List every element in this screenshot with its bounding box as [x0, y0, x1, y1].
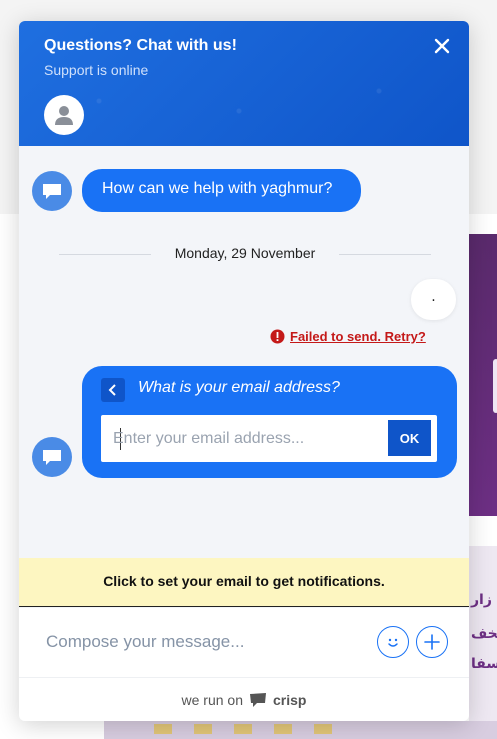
email-field-container: OK: [101, 415, 437, 462]
failed-retry-link[interactable]: Failed to send. Retry?: [270, 329, 426, 344]
powered-by-footer: we run on crisp: [19, 677, 469, 721]
email-question: What is your email address?: [138, 379, 340, 396]
background-banner-purple: [469, 234, 497, 516]
compose-area: [19, 608, 469, 677]
error-icon: [270, 329, 285, 344]
background-banner-light: زار تخف سفا: [469, 546, 497, 739]
crisp-logo-icon: [250, 692, 266, 707]
smiley-icon: [388, 638, 398, 647]
background-banner-lettering: تخف: [471, 626, 497, 642]
user-avatar-icon: [55, 106, 73, 125]
background-product-strip: [104, 721, 497, 739]
attach-button[interactable]: [416, 626, 448, 658]
background-product-dots: [154, 724, 334, 734]
crisp-brand-link[interactable]: crisp: [273, 692, 306, 708]
support-status: Support is online: [44, 62, 149, 78]
background-banner-lettering: سفا: [471, 656, 497, 672]
email-prompt-card: What is your email address? OK: [82, 366, 457, 478]
chat-bubble-icon: [43, 450, 61, 465]
plus-icon: [424, 634, 440, 650]
chat-bubble-icon: [43, 184, 61, 199]
date-separator: Monday, 29 November: [59, 245, 431, 265]
close-icon: [434, 38, 450, 54]
bot-avatar: [32, 171, 72, 211]
powered-by-text: we run on: [181, 691, 243, 708]
email-notification-bar[interactable]: Click to set your email to get notificat…: [19, 558, 469, 607]
bot-avatar: [32, 437, 72, 477]
date-separator-label: Monday, 29 November: [174, 245, 316, 261]
date-separator-line: [339, 254, 431, 255]
bot-greeting-message: How can we help with yaghmur?: [82, 169, 361, 212]
compose-input[interactable]: [46, 628, 366, 656]
user-message: .: [411, 279, 456, 320]
close-button[interactable]: [433, 37, 451, 55]
background-banner-lettering: زار: [471, 592, 492, 608]
chat-header: Questions? Chat with us! Support is onli…: [19, 21, 469, 146]
emoji-button[interactable]: [377, 626, 409, 658]
email-ok-button[interactable]: OK: [388, 420, 431, 456]
background-banner-strip: [493, 359, 497, 413]
chat-title: Questions? Chat with us!: [44, 37, 237, 54]
failed-retry-text: Failed to send. Retry?: [290, 329, 426, 344]
email-back-button[interactable]: [101, 378, 125, 402]
email-input[interactable]: [113, 415, 373, 462]
chat-widget: Questions? Chat with us! Support is onli…: [19, 21, 469, 721]
chevron-left-icon: [108, 384, 116, 396]
operator-avatar: [44, 95, 84, 135]
